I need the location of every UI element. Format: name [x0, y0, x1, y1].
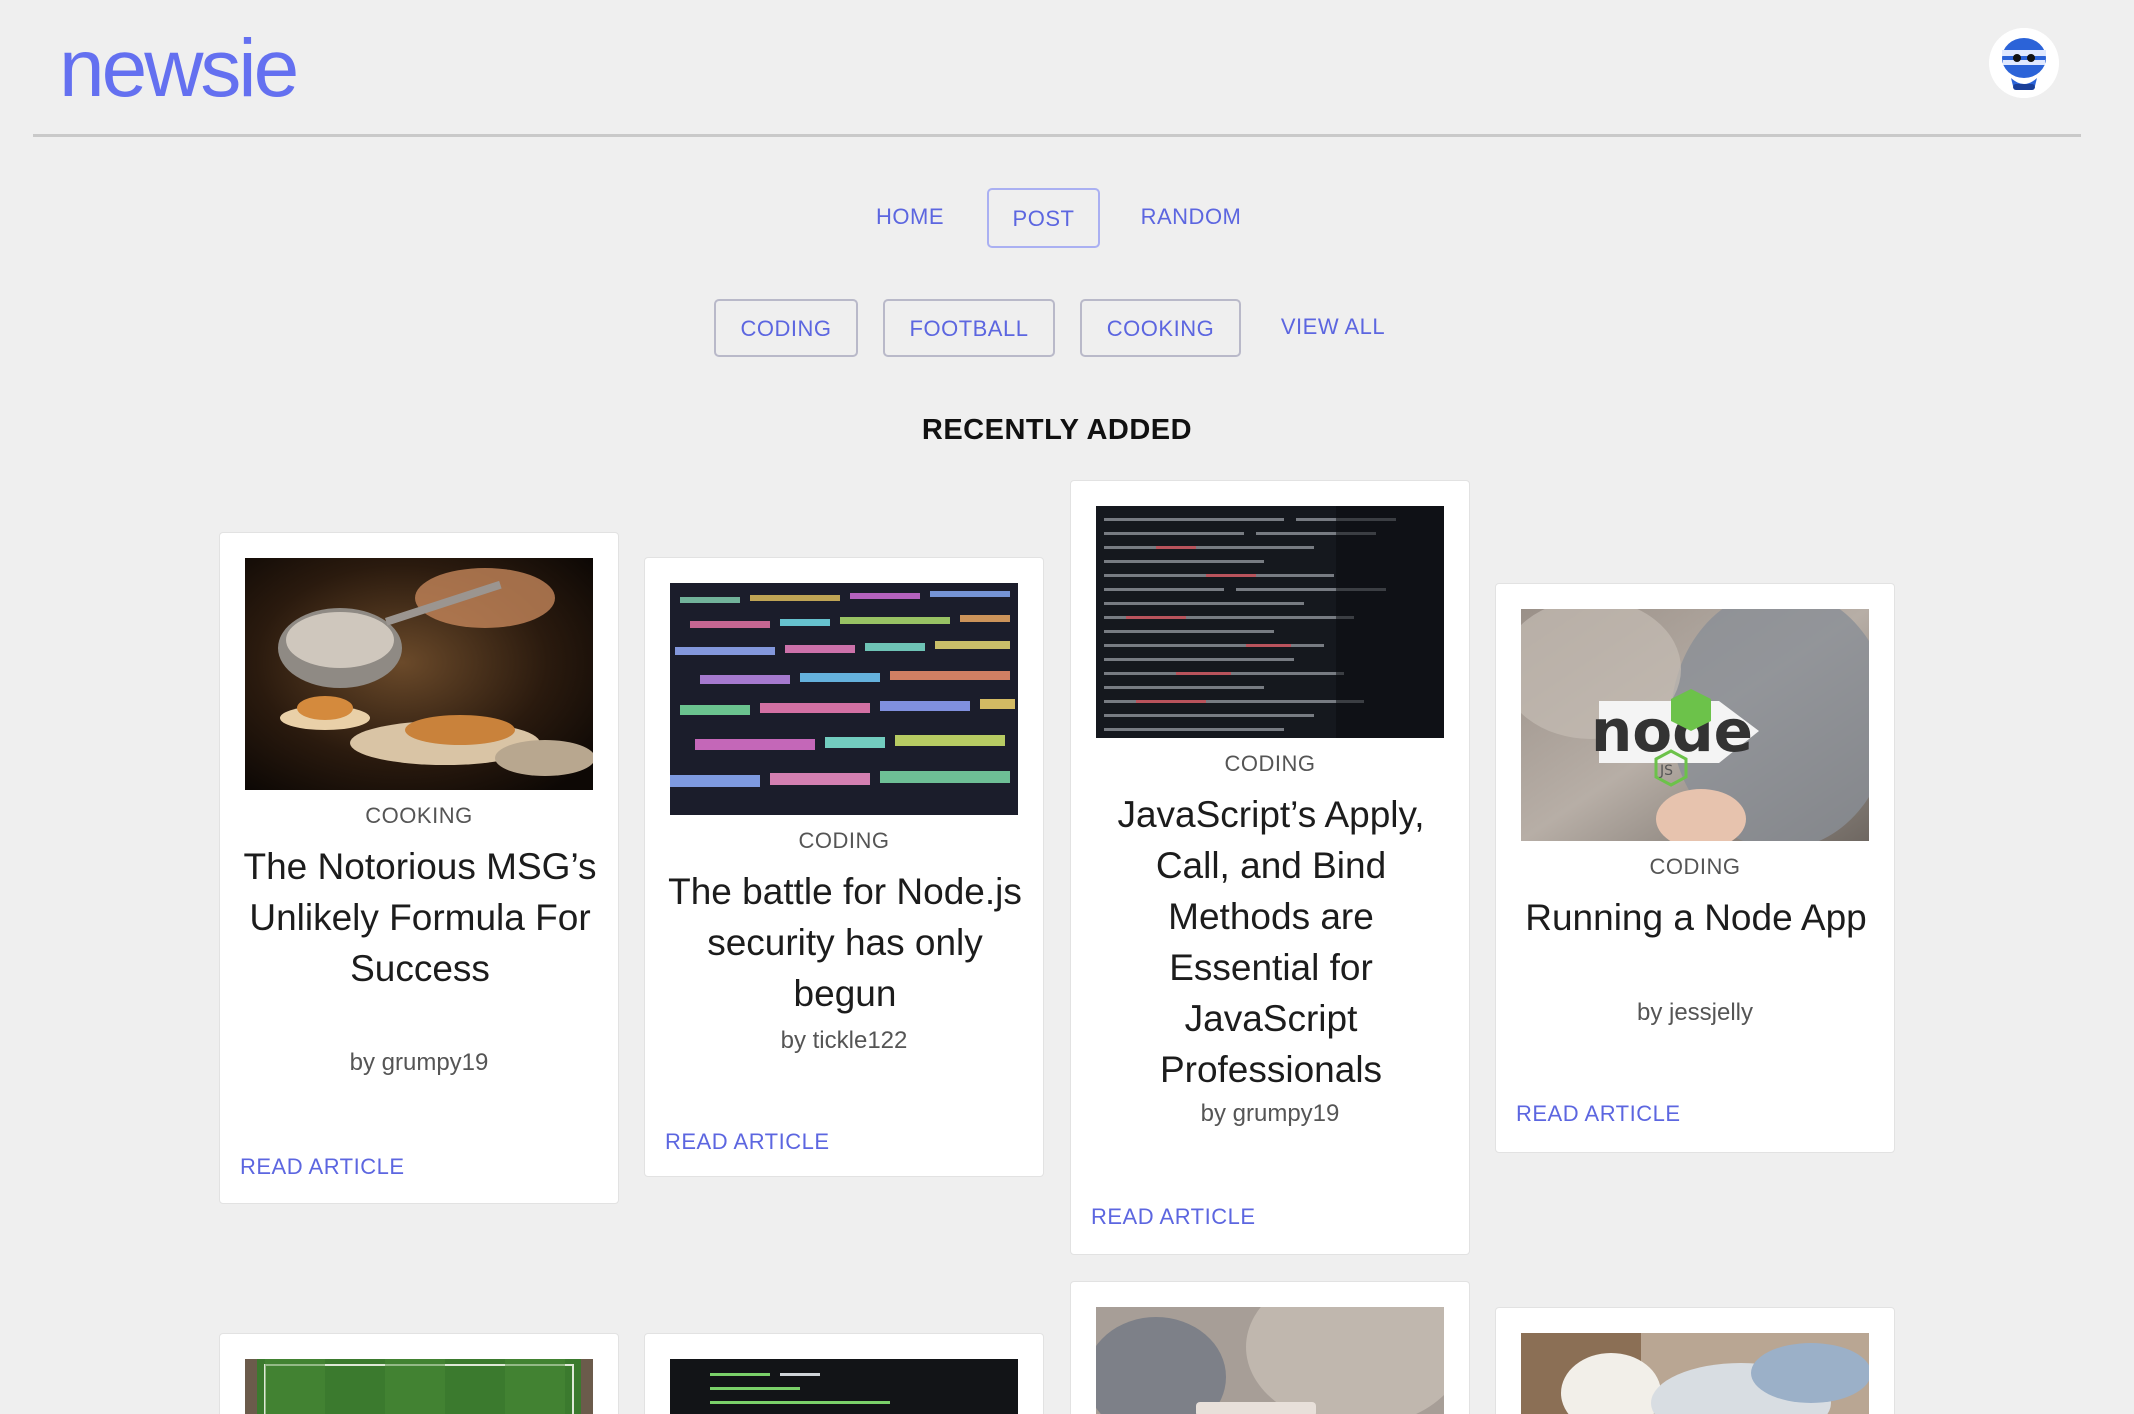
article-card[interactable]: CODING JavaScript’s Apply, Call, and Bin…: [1070, 480, 1470, 1255]
article-title[interactable]: The Notorious MSG’s Unlikely Formula For…: [240, 841, 600, 994]
avatar-icon: [1989, 28, 2059, 98]
article-image-code-dark[interactable]: [1096, 506, 1444, 738]
article-author: by grumpy19: [349, 1049, 489, 1076]
topic-view-all[interactable]: VIEW ALL: [1265, 299, 1401, 357]
article-topic: COOKING: [365, 803, 473, 828]
article-author: by jessjelly: [1636, 999, 1754, 1026]
article-card[interactable]: node JS CODING Running a Node App by jes…: [1495, 583, 1895, 1153]
read-article-link[interactable]: READ ARTICLE: [1091, 1204, 1256, 1230]
article-card[interactable]: COOKING The Notorious MSG’s Unlikely For…: [219, 532, 619, 1204]
article-topic: CODING: [1224, 751, 1316, 776]
site-header: newsie: [33, 0, 2081, 137]
article-topic: CODING: [798, 828, 890, 853]
svg-text:JS: JS: [1659, 763, 1673, 779]
article-author: by tickle122: [780, 1027, 908, 1054]
article-card[interactable]: [1495, 1307, 1895, 1414]
article-image-code-screen[interactable]: [670, 583, 1018, 815]
user-avatar[interactable]: [1989, 28, 2059, 98]
article-image-cooking[interactable]: [245, 558, 593, 790]
article-image-football[interactable]: [245, 1359, 593, 1414]
article-card[interactable]: [219, 1333, 619, 1414]
nav-post[interactable]: POST: [987, 188, 1100, 248]
nav-random[interactable]: RANDOM: [1126, 188, 1256, 248]
read-article-link[interactable]: READ ARTICLE: [1516, 1101, 1681, 1127]
read-article-link[interactable]: READ ARTICLE: [665, 1129, 830, 1155]
article-title[interactable]: The battle for Node.js security has only…: [665, 866, 1025, 1019]
article-image-chef[interactable]: [1521, 1333, 1869, 1414]
article-card[interactable]: CODING The battle for Node.js security h…: [644, 557, 1044, 1177]
section-title: RECENTLY ADDED: [921, 414, 1193, 446]
read-article-link[interactable]: READ ARTICLE: [240, 1154, 405, 1180]
article-topic: CODING: [1649, 854, 1741, 879]
article-title[interactable]: JavaScript’s Apply, Call, and Bind Metho…: [1091, 789, 1451, 1095]
topic-football[interactable]: FOOTBALL: [883, 299, 1055, 357]
article-image-node-sticker[interactable]: node JS: [1521, 609, 1869, 841]
article-card[interactable]: [644, 1333, 1044, 1414]
article-card[interactable]: [1070, 1281, 1470, 1414]
nav-home[interactable]: HOME: [862, 188, 958, 248]
article-image-node-blur[interactable]: [1096, 1307, 1444, 1414]
article-title[interactable]: Running a Node App: [1516, 892, 1876, 943]
topic-cooking[interactable]: COOKING: [1080, 299, 1241, 357]
topic-coding[interactable]: CODING: [714, 299, 858, 357]
article-image-terminal[interactable]: [670, 1359, 1018, 1414]
primary-nav: HOME POST RANDOM: [0, 188, 2134, 248]
site-logo[interactable]: newsie: [59, 22, 299, 116]
article-author: by grumpy19: [1200, 1100, 1340, 1127]
